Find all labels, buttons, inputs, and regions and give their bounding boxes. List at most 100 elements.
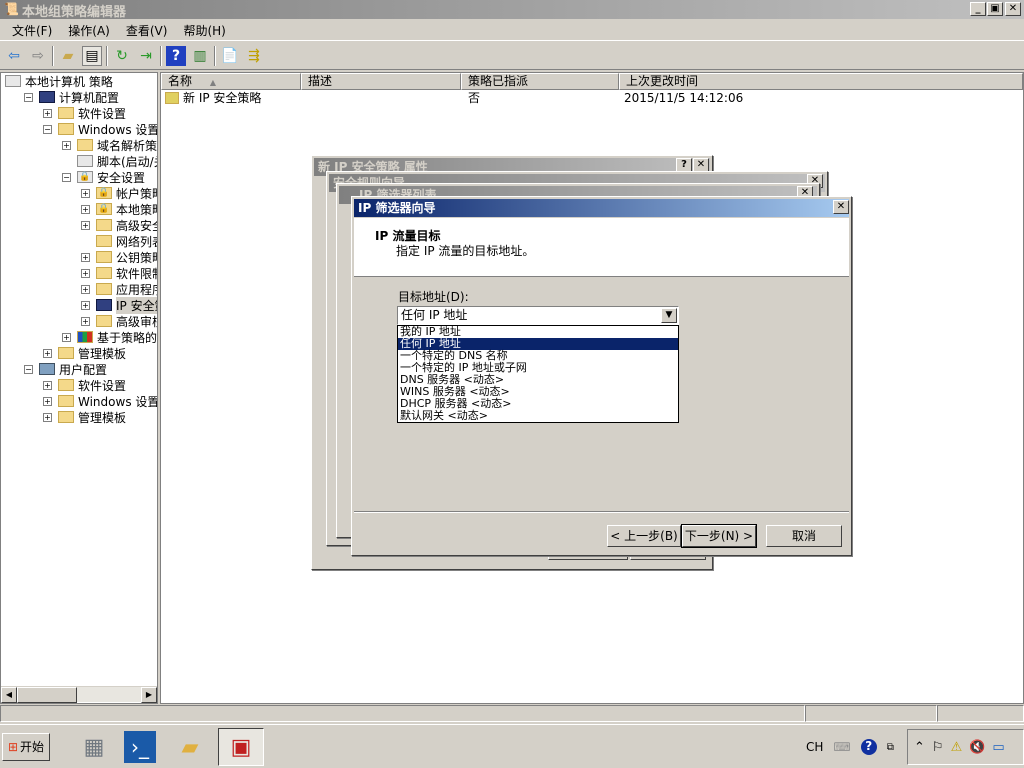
start-label: 开始 (20, 740, 45, 754)
tree-item[interactable]: + 域名解析策略 (1, 137, 157, 153)
tree-item[interactable]: + 软件设置 (1, 377, 157, 393)
dialog-close-button[interactable]: ✕ (693, 158, 709, 172)
back-icon[interactable]: ⇦ (4, 46, 24, 66)
tree-item[interactable]: + 管理模板 (1, 409, 157, 425)
tree-item[interactable]: 本地计算机 策略 (1, 73, 157, 89)
table-row[interactable]: 新 IP 安全策略 否 2015/11/5 14:12:06 (161, 90, 1023, 106)
expand-icon[interactable]: + (81, 284, 90, 294)
menu-help[interactable]: 帮助(H) (175, 22, 233, 39)
start-button[interactable]: ⊞ 开始 (2, 733, 50, 761)
up-folder-icon[interactable]: ▰ (58, 46, 78, 66)
tree-item[interactable]: + Windows 设置 (1, 393, 157, 409)
help-icon[interactable]: ? (860, 739, 877, 755)
volume-muted-icon[interactable]: 🔇 (969, 740, 985, 755)
column-header-assigned[interactable]: 策略已指派 (461, 73, 619, 90)
show-hidden-icons[interactable]: ⌃ (914, 740, 925, 755)
folder-icon (58, 411, 74, 423)
expand-icon[interactable]: + (43, 380, 52, 390)
refresh-icon[interactable]: ↻ (112, 46, 132, 66)
expand-icon[interactable]: + (62, 140, 71, 150)
tree-item[interactable]: + 🔒 本地策略 (1, 201, 157, 217)
expand-icon[interactable]: + (81, 316, 90, 326)
tree-item[interactable]: − Windows 设置 (1, 121, 157, 137)
tree-item-label: 管理模板 (78, 410, 127, 425)
back-button[interactable]: < 上一步(B) (607, 525, 681, 547)
destination-address-select[interactable]: 任何 IP 地址 ▼ (397, 306, 679, 325)
help-icon[interactable]: ? (166, 45, 186, 66)
tree-item[interactable]: − 🔒 安全设置 (1, 169, 157, 185)
dropdown-option[interactable]: 默认网关 <动态> (398, 410, 678, 422)
explorer-icon[interactable]: ▰ (172, 731, 208, 763)
scroll-right-button[interactable]: ▶ (141, 687, 157, 703)
dialog-close-button[interactable]: ✕ (833, 200, 849, 214)
collapse-icon[interactable]: − (62, 172, 71, 182)
expand-icon[interactable]: + (43, 412, 52, 422)
expand-icon[interactable]: + (81, 300, 90, 310)
close-button[interactable]: ✕ (1005, 2, 1021, 16)
menu-view[interactable]: 查看(V) (118, 22, 176, 39)
tree-item-label: 管理模板 (78, 346, 127, 361)
scroll-left-button[interactable]: ◀ (1, 687, 17, 703)
collapse-icon[interactable]: − (24, 364, 33, 374)
scroll-thumb[interactable] (17, 687, 77, 703)
expand-icon[interactable]: + (43, 108, 52, 118)
new-policy-icon[interactable]: 📄 (220, 46, 240, 66)
tree-item[interactable]: + 公钥策略 (1, 249, 157, 265)
expand-icon[interactable]: + (43, 396, 52, 406)
expand-icon[interactable]: + (81, 204, 90, 214)
column-header-name[interactable]: 名称 ▲ (161, 73, 301, 90)
tree-item[interactable]: + 软件限制策 (1, 265, 157, 281)
toolbar-separator (52, 45, 54, 66)
show-hide-tree-icon[interactable]: ▤ (82, 45, 102, 66)
restore-langbar-icon[interactable]: ⧉ (887, 742, 894, 753)
tree-horizontal-scrollbar[interactable]: ◀ ▶ (1, 686, 157, 703)
menu-action[interactable]: 操作(A) (60, 22, 118, 39)
tree-item[interactable]: + 🔒 帐户策略 (1, 185, 157, 201)
menu-file[interactable]: 文件(F) (4, 22, 60, 39)
tree-item[interactable]: + 管理模板 (1, 345, 157, 361)
tree-item[interactable]: 网络列表管 (1, 233, 157, 249)
tree-item[interactable]: + 高级安全 (1, 217, 157, 233)
tree-item[interactable]: + 高级审核策 (1, 313, 157, 329)
export-list-icon[interactable]: ⇥ (136, 46, 156, 66)
show-hide-action-icon[interactable]: ▥ (190, 46, 210, 66)
title-bar: 📜 本地组策略编辑器 (0, 0, 1024, 20)
folder-icon (96, 283, 112, 295)
tree-item[interactable]: − 计算机配置 (1, 89, 157, 105)
tree-item[interactable]: 脚本(启动/关 (1, 153, 157, 169)
expand-icon[interactable]: + (81, 252, 90, 262)
tree-item[interactable]: + IP 安全策 (1, 296, 157, 314)
server-manager-icon[interactable]: ▦ (78, 731, 110, 763)
dialog-help-button[interactable]: ? (676, 158, 692, 172)
collapse-icon[interactable]: − (43, 124, 52, 134)
toolbar-separator (214, 45, 216, 66)
cancel-button[interactable]: 取消 (766, 525, 842, 547)
action-center-flag-icon[interactable]: ⚐ (932, 740, 944, 755)
tree-item[interactable]: + 软件设置 (1, 105, 157, 121)
expand-icon[interactable]: + (81, 220, 90, 230)
expand-icon[interactable]: + (62, 332, 71, 342)
toolbar-separator (106, 45, 108, 66)
forward-icon[interactable]: ⇨ (28, 46, 48, 66)
collapse-icon[interactable]: − (24, 92, 33, 102)
group-policy-taskbar-icon[interactable]: ▣ (218, 728, 264, 766)
desktop-icon[interactable]: ▭ (992, 740, 1004, 755)
column-header-modified[interactable]: 上次更改时间 (619, 73, 1023, 90)
expand-icon[interactable]: + (81, 188, 90, 198)
assign-icon[interactable]: ⇶ (244, 46, 264, 66)
tree-item[interactable]: + 基于策略的 Q (1, 329, 157, 345)
windows-logo-icon: ⊞ (7, 740, 19, 754)
language-indicator[interactable]: CH (806, 740, 823, 754)
expand-icon[interactable]: + (43, 348, 52, 358)
chevron-down-icon[interactable]: ▼ (661, 308, 677, 323)
expand-icon[interactable]: + (81, 268, 90, 278)
minimize-button[interactable]: _ (970, 2, 986, 16)
restore-button[interactable]: ▣ (987, 2, 1003, 16)
keyboard-icon[interactable]: ⌨ (833, 740, 850, 754)
network-warning-icon[interactable]: ⚠ (951, 740, 963, 755)
column-header-description[interactable]: 描述 (301, 73, 461, 90)
tree-item[interactable]: + 应用程序控 (1, 281, 157, 297)
next-button[interactable]: 下一步(N) > (681, 524, 757, 548)
powershell-icon[interactable]: ›_ (124, 731, 156, 763)
tree-item[interactable]: − 用户配置 (1, 361, 157, 377)
